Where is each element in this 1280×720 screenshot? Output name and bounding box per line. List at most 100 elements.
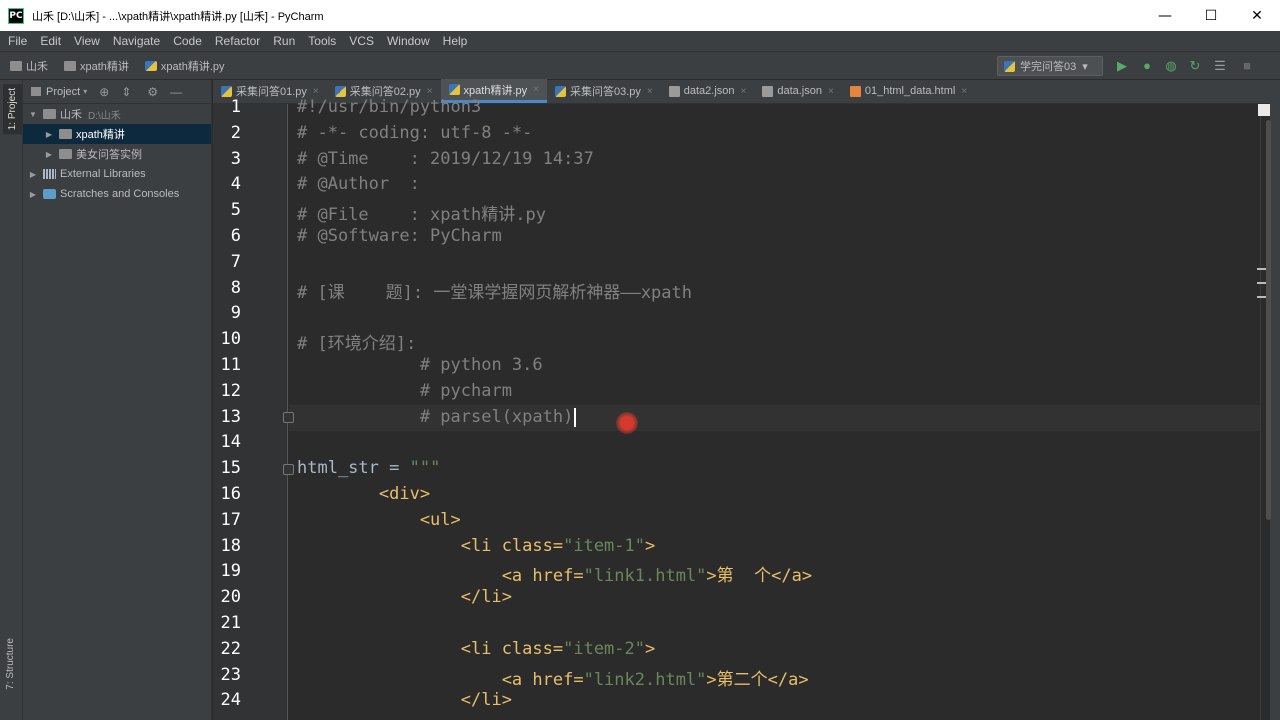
coverage-icon[interactable]: ◍ <box>1164 59 1178 73</box>
code-line[interactable]: # -*- coding: utf-8 -*- <box>297 123 532 143</box>
line-number: 2 <box>230 123 241 143</box>
tree-item-label: Scratches and Consoles <box>60 188 180 200</box>
line-number: 23 <box>220 665 241 685</box>
close-icon[interactable]: × <box>741 86 747 97</box>
line-number: 14 <box>220 432 241 452</box>
code-line[interactable]: # @Author : <box>297 174 420 194</box>
close-icon[interactable]: × <box>647 86 653 97</box>
code-line[interactable]: html_str = """ <box>297 458 440 478</box>
fold-marker-icon[interactable] <box>283 412 294 423</box>
expand-arrow-icon[interactable]: ▶ <box>43 150 55 159</box>
menu-code[interactable]: Code <box>165 34 207 48</box>
code-token: <li class= <box>297 536 564 556</box>
code-line[interactable]: # parsel(xpath) <box>297 407 577 427</box>
code-line[interactable]: <li class="item-2"> <box>297 639 656 659</box>
project-panel-header: Project ▾ ⊕ ⇕ ⚙ — <box>23 80 211 104</box>
project-view-select[interactable]: Project <box>46 86 80 98</box>
json-file-icon <box>762 85 774 97</box>
tree-item-path: D:\山禾 <box>88 110 121 122</box>
tab-data2-json[interactable]: data2.json × <box>661 79 755 103</box>
code-line[interactable]: <li class="item-1"> <box>297 536 656 556</box>
menu-window[interactable]: Window <box>379 34 435 48</box>
menu-vcs[interactable]: VCS <box>341 34 379 48</box>
code-line[interactable]: <div> <box>297 484 430 504</box>
code-token: </li> <box>297 587 512 607</box>
tree-item-xpath-folder[interactable]: ▶ xpath精讲 <box>23 124 211 144</box>
folder-icon <box>43 109 56 119</box>
menu-help[interactable]: Help <box>435 34 473 48</box>
code-line[interactable]: # @Software: PyCharm <box>297 226 502 246</box>
expand-arrow-icon[interactable]: ▶ <box>27 190 39 199</box>
locate-icon[interactable]: ⊕ <box>99 85 109 99</box>
close-icon[interactable]: × <box>427 86 433 97</box>
close-icon[interactable]: × <box>313 86 319 97</box>
breadcrumb-project[interactable]: 山禾 <box>10 58 48 74</box>
tab-label: 采集问答03.py <box>569 86 641 98</box>
minimize-button[interactable]: — <box>1142 0 1188 31</box>
run-icon[interactable]: ▶ <box>1115 59 1129 73</box>
code-token: "link1.html" <box>583 566 707 586</box>
expand-arrow-icon[interactable]: ▼ <box>27 110 39 119</box>
line-number: 4 <box>230 174 241 194</box>
menu-navigate[interactable]: Navigate <box>105 34 165 48</box>
menu-run[interactable]: Run <box>265 34 300 48</box>
code-line[interactable]: <a href="link1.html">第 个</a> <box>297 561 812 586</box>
run-configuration-label: 学完问答03 <box>1020 61 1077 73</box>
hide-icon[interactable]: — <box>170 85 182 99</box>
collapse-icon[interactable]: ⇕ <box>121 85 131 99</box>
code-token: </li> <box>297 690 512 710</box>
code-line[interactable]: <a href="link2.html">第二个</a> <box>297 665 809 690</box>
tab-label: xpath精讲.py <box>463 84 528 97</box>
debug-icon[interactable]: ● <box>1140 59 1154 73</box>
tab-caiji03[interactable]: 采集问答03.py × <box>547 79 661 103</box>
expand-arrow-icon[interactable]: ▶ <box>43 130 55 139</box>
project-panel: Project ▾ ⊕ ⇕ ⚙ — ▼ 山禾 D:\山禾 ▶ xpath精讲 ▶… <box>23 80 212 720</box>
gear-icon[interactable]: ⚙ <box>147 85 158 99</box>
tab-data-json[interactable]: data.json × <box>754 79 842 103</box>
code-line[interactable]: #!/usr/bin/python3 <box>297 97 481 117</box>
structure-tool-button[interactable]: 7: Structure <box>5 638 16 690</box>
code-line[interactable]: # python 3.6 <box>297 355 543 375</box>
chevron-down-icon: ▾ <box>1082 60 1088 73</box>
code-line[interactable]: </li> <box>297 690 512 710</box>
menu-edit[interactable]: Edit <box>32 34 66 48</box>
close-icon[interactable]: × <box>961 86 967 97</box>
menu-tools[interactable]: Tools <box>300 34 341 48</box>
menu-refactor[interactable]: Refactor <box>207 34 265 48</box>
tree-item-project-root[interactable]: ▼ 山禾 D:\山禾 <box>23 104 211 124</box>
close-icon[interactable]: × <box>533 84 539 95</box>
tab-html-data[interactable]: 01_html_data.html × <box>842 79 975 103</box>
code-line[interactable]: </li> <box>297 587 512 607</box>
left-tool-strip: 1: Project 7: Structure <box>0 80 23 720</box>
tab-label: data.json <box>777 85 822 97</box>
tree-item-label: External Libraries <box>60 168 146 180</box>
editor-scrollbar[interactable] <box>1266 120 1271 520</box>
build-icon[interactable]: ☰ <box>1213 59 1227 73</box>
menu-view[interactable]: View <box>66 34 105 48</box>
project-tool-button[interactable]: 1: Project <box>3 84 22 135</box>
expand-arrow-icon[interactable]: ▶ <box>27 170 39 179</box>
profile-icon[interactable]: ↻ <box>1188 59 1202 73</box>
code-line[interactable]: # @Time : 2019/12/19 14:37 <box>297 149 594 169</box>
code-line[interactable]: # pycharm <box>297 381 512 401</box>
breadcrumb-file[interactable]: xpath精讲.py <box>144 58 225 74</box>
close-icon[interactable]: × <box>828 86 834 97</box>
code-line[interactable]: # [环境介绍]: <box>297 329 416 354</box>
tree-item-external-libraries[interactable]: ▶ External Libraries <box>23 164 211 184</box>
html-file-icon <box>849 85 861 97</box>
breadcrumb-folder[interactable]: xpath精讲 <box>64 58 129 74</box>
code-line[interactable]: # [课 题]: 一堂课学握网页解析神器——xpath <box>297 278 692 303</box>
inspection-status-icon[interactable] <box>1258 104 1270 116</box>
code-line[interactable]: <ul> <box>297 510 461 530</box>
run-configuration-select[interactable]: 学完问答03 ▾ <box>997 56 1103 76</box>
close-button[interactable]: ✕ <box>1234 0 1280 31</box>
code-token: <a href= <box>297 566 584 586</box>
code-line[interactable]: # @File : xpath精讲.py <box>297 200 546 225</box>
maximize-button[interactable]: ☐ <box>1188 0 1234 31</box>
tree-item-qa-folder[interactable]: ▶ 美女问答实例 <box>23 144 211 164</box>
folder-icon <box>59 129 72 139</box>
tree-item-scratches[interactable]: ▶ Scratches and Consoles <box>23 184 211 204</box>
menu-file[interactable]: File <box>0 34 32 48</box>
fold-marker-icon[interactable] <box>283 464 294 475</box>
stop-icon[interactable]: ■ <box>1240 59 1254 73</box>
